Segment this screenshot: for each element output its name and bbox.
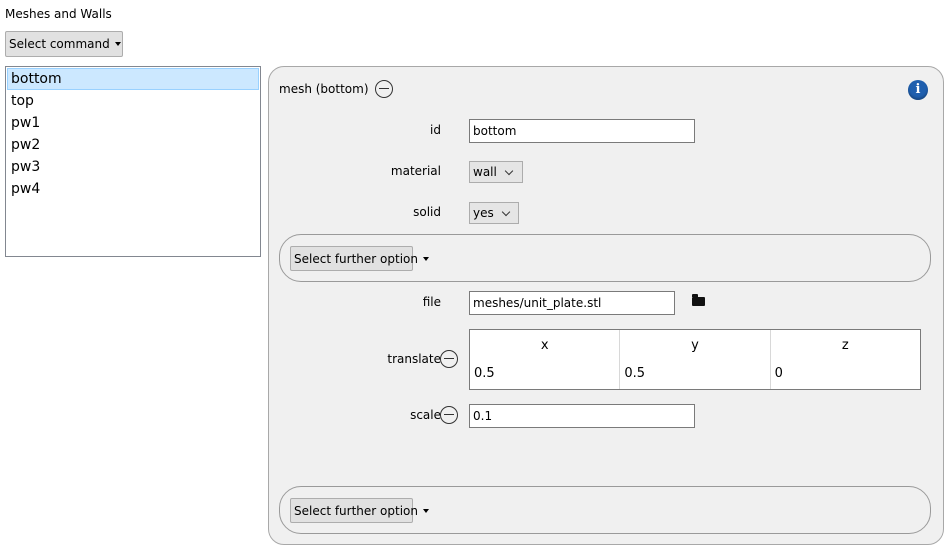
material-value: wall	[473, 165, 497, 179]
select-command-label: Select command	[9, 37, 110, 51]
material-label: material	[390, 164, 441, 178]
solid-value: yes	[473, 206, 494, 220]
list-item[interactable]: pw1	[7, 112, 259, 134]
translate-z-column: z 0	[771, 330, 920, 389]
translate-y-cell[interactable]: 0.5	[624, 366, 645, 381]
select-further-option-label: Select further option	[294, 251, 418, 266]
mesh-list[interactable]: bottom top pw1 pw2 pw3 pw4	[5, 66, 261, 257]
file-label: file	[422, 295, 441, 309]
remove-mesh-button[interactable]	[375, 80, 393, 98]
select-further-option-button[interactable]: Select further option	[290, 246, 429, 271]
translate-z-cell[interactable]: 0	[775, 366, 783, 381]
list-item[interactable]: pw4	[7, 178, 259, 200]
info-icon[interactable]: i	[908, 80, 928, 100]
translate-x-cell[interactable]: 0.5	[474, 366, 495, 381]
further-option-group: Select further option	[279, 234, 931, 282]
further-option-group: Select further option	[279, 486, 931, 534]
caret-down-icon	[422, 256, 429, 261]
id-label: id	[430, 123, 441, 137]
list-item[interactable]: top	[7, 90, 259, 112]
translate-label: translate	[387, 352, 441, 366]
id-input[interactable]: bottom	[469, 119, 695, 143]
panel-title: mesh (bottom)	[279, 82, 369, 96]
chevron-down-icon	[501, 207, 510, 216]
list-item[interactable]: pw2	[7, 134, 259, 156]
remove-scale-button[interactable]	[440, 406, 458, 424]
list-item[interactable]: bottom	[7, 68, 259, 90]
mesh-detail-panel: mesh (bottom) i id bottom material wall …	[268, 66, 944, 545]
section-title: Meshes and Walls	[5, 7, 112, 21]
solid-select[interactable]: yes	[469, 202, 519, 224]
column-header: x	[540, 338, 549, 353]
scale-label: scale	[410, 408, 441, 422]
translate-y-column: y 0.5	[620, 330, 771, 389]
caret-down-icon	[422, 508, 429, 513]
chevron-down-icon	[504, 166, 514, 175]
meshes-and-walls-editor: Meshes and Walls Select command bottom t…	[0, 0, 951, 553]
list-item[interactable]: pw3	[7, 156, 259, 178]
translate-x-column: x 0.5	[470, 330, 621, 389]
column-header: z	[841, 338, 849, 353]
translate-table: x 0.5 y 0.5 z 0	[469, 329, 921, 390]
select-command-button[interactable]: Select command	[5, 31, 123, 57]
select-further-option-button[interactable]: Select further option	[290, 498, 429, 523]
file-input[interactable]: meshes/unit_plate.stl	[469, 291, 675, 315]
column-header: y	[691, 338, 699, 353]
solid-label: solid	[413, 205, 441, 219]
folder-icon[interactable]	[692, 294, 705, 306]
select-further-option-label: Select further option	[294, 503, 418, 518]
remove-translate-button[interactable]	[440, 350, 458, 368]
material-select[interactable]: wall	[469, 161, 523, 183]
scale-input[interactable]: 0.1	[469, 404, 695, 428]
caret-down-icon	[114, 42, 121, 46]
